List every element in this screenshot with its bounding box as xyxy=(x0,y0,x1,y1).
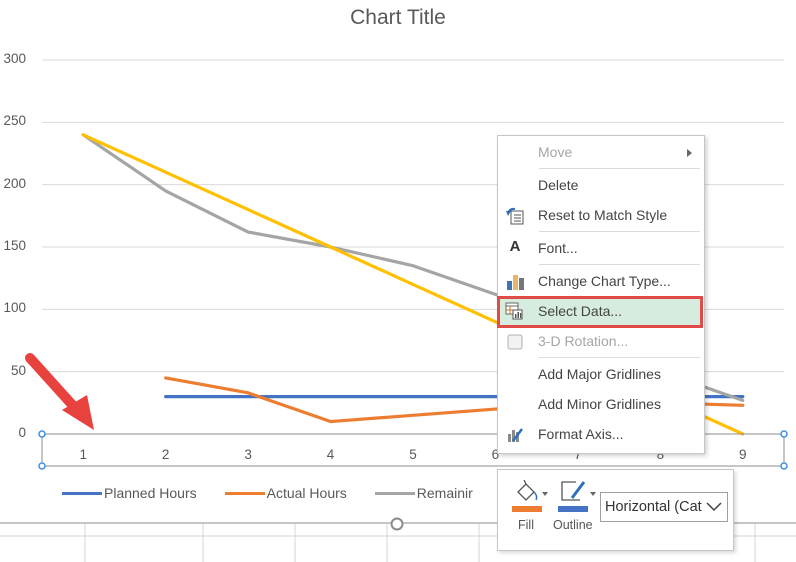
x-tick-label: 9 xyxy=(739,447,747,462)
menu-label: Add Minor Gridlines xyxy=(538,396,661,412)
3d-rotation-icon xyxy=(507,334,523,350)
menu-label: Add Major Gridlines xyxy=(538,366,661,382)
fill-color-swatch xyxy=(512,506,542,512)
outline-color-swatch xyxy=(558,506,588,512)
chart-legend[interactable]: Planned Hours Actual Hours Remainir xyxy=(62,485,501,501)
chart-element-selector[interactable]: Horizontal (Cat xyxy=(600,492,728,522)
menu-label: Font... xyxy=(538,240,578,256)
fill-label: Fill xyxy=(518,518,534,532)
x-tick-label: 2 xyxy=(161,447,170,462)
menu-item-select-data[interactable]: Select Data... xyxy=(497,296,703,328)
menu-item-change-chart-type[interactable]: Change Chart Type... xyxy=(498,267,704,297)
menu-label: 3-D Rotation... xyxy=(538,333,629,349)
select-data-icon xyxy=(505,302,523,320)
chevron-down-icon xyxy=(706,502,722,512)
menu-item-font[interactable]: A Font... xyxy=(498,234,704,264)
menu-separator xyxy=(539,168,700,169)
legend-item-remaining-hours[interactable]: Remainir xyxy=(374,485,473,501)
menu-item-add-minor-gridlines[interactable]: Add Minor Gridlines xyxy=(498,390,704,420)
x-tick-label: 3 xyxy=(244,447,252,462)
menu-label: Reset to Match Style xyxy=(538,207,668,223)
menu-item-3d-rotation: 3-D Rotation... xyxy=(498,327,704,357)
legend-item-actual-hours[interactable]: Actual Hours xyxy=(224,485,347,501)
legend-label: Actual Hours xyxy=(266,485,347,501)
menu-item-move: Move xyxy=(498,138,704,168)
menu-item-delete[interactable]: Delete xyxy=(498,171,704,201)
legend-swatch xyxy=(374,491,415,495)
menu-separator xyxy=(539,357,700,358)
outline-label: Outline xyxy=(553,518,593,532)
menu-label: Format Axis... xyxy=(538,426,624,442)
menu-item-format-axis[interactable]: Format Axis... xyxy=(498,420,704,450)
submenu-arrow-icon xyxy=(687,149,692,157)
menu-separator xyxy=(539,231,700,232)
menu-label: Delete xyxy=(538,177,579,193)
outline-button[interactable] xyxy=(556,478,600,518)
legend-swatch xyxy=(62,491,102,495)
annotation-arrow xyxy=(25,353,94,430)
y-tick-label: 200 xyxy=(3,175,26,191)
y-tick-label: 250 xyxy=(3,113,26,129)
y-tick-label: 50 xyxy=(10,362,26,378)
y-tick-label: 0 xyxy=(18,425,26,440)
outline-pen-icon xyxy=(558,481,596,512)
y-tick-label: 100 xyxy=(3,300,26,316)
menu-separator xyxy=(539,264,700,265)
y-tick-label: 150 xyxy=(3,238,26,253)
legend-swatch xyxy=(224,491,265,495)
menu-item-add-major-gridlines[interactable]: Add Major Gridlines xyxy=(498,360,704,390)
menu-label: Move xyxy=(538,144,573,160)
menu-label: Select Data... xyxy=(538,303,623,319)
legend-label: Planned Hours xyxy=(104,485,197,501)
context-menu: Move Delete Reset to Match Style A Font.… xyxy=(497,135,705,454)
x-tick-label: 4 xyxy=(326,447,335,462)
fill-bucket-icon xyxy=(512,479,548,512)
mini-toolbar: Fill Outline Horizontal (Cat xyxy=(497,469,734,551)
reset-style-icon xyxy=(506,207,524,225)
y-tick-label: 300 xyxy=(3,51,26,66)
x-tick-label: 5 xyxy=(409,447,417,462)
menu-label: Change Chart Type... xyxy=(538,273,671,289)
legend-item-planned-hours[interactable]: Planned Hours xyxy=(62,485,197,501)
font-icon: A xyxy=(509,238,521,255)
x-tick-label: 1 xyxy=(79,447,87,462)
chart-element-selector-value: Horizontal (Cat xyxy=(605,499,702,515)
chart-type-icon xyxy=(507,275,524,290)
menu-item-reset-to-match-style[interactable]: Reset to Match Style xyxy=(498,201,704,231)
format-axis-icon xyxy=(508,428,523,442)
fill-button[interactable] xyxy=(510,478,550,518)
chart-title[interactable]: Chart Title xyxy=(0,6,796,30)
legend-label: Remainir xyxy=(416,485,473,501)
chart-resize-handle[interactable] xyxy=(390,517,404,531)
